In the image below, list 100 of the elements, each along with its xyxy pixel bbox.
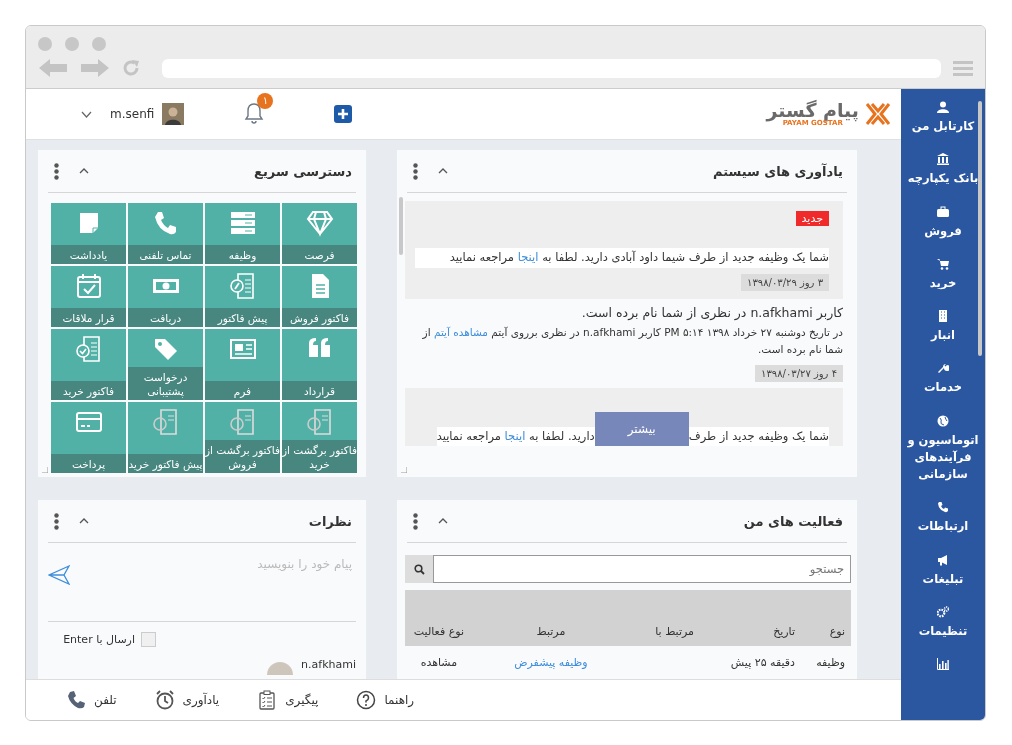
alarm-clock-icon [154, 690, 175, 710]
collapse-chevron-icon[interactable] [438, 168, 448, 174]
scrollbar[interactable] [978, 101, 982, 356]
avatar-photo-placeholder [162, 103, 185, 125]
search-button[interactable] [405, 555, 433, 583]
add-button-icon[interactable] [334, 105, 353, 123]
column-header[interactable]: تاریخ [773, 625, 795, 638]
document-icon [151, 408, 180, 436]
quick-access-tile[interactable]: فاکتور خرید [51, 329, 126, 400]
resize-grip-icon[interactable] [42, 467, 48, 473]
sidebar-item[interactable]: خرید [901, 255, 985, 294]
message-text: شما یک وظیفه جدید از طرف [688, 426, 829, 447]
notification-bell-icon[interactable] [244, 101, 265, 124]
table-cell: دقیقه ۲۵ پیش [730, 656, 795, 669]
bottom-bar-item[interactable]: پیگیری [257, 690, 319, 710]
quick-access-tile[interactable]: پرداخت [51, 402, 126, 473]
date-chip: ۴ روز ۱۳۹۸/۰۳/۲۷ [755, 365, 843, 383]
column-header[interactable]: نوع [829, 625, 845, 638]
phone-icon [66, 690, 86, 710]
user-name[interactable]: m.senfi [110, 107, 155, 121]
quick-access-tile[interactable]: قرار ملاقات [51, 266, 126, 327]
kebab-menu-icon[interactable] [413, 162, 418, 180]
quick-access-tile[interactable]: فاکتور برگشت از خرید [282, 402, 357, 473]
quick-access-tile[interactable]: تماس تلفنی [128, 203, 203, 264]
bottom-bar-item[interactable]: یادآوری [154, 690, 220, 710]
quick-access-tile[interactable]: قرارداد [282, 329, 357, 400]
avatar-photo-placeholder [267, 662, 294, 675]
sidebar-item[interactable]: خدمات [901, 360, 985, 399]
sidebar-item[interactable]: تنظیمات [901, 603, 985, 642]
collapse-chevron-icon[interactable] [79, 168, 89, 174]
quick-access-tile[interactable]: وظیفه [205, 203, 280, 264]
kebab-menu-icon[interactable] [54, 512, 59, 530]
sidebar-item[interactable]: اتوماسیون و فرآیندهای سازمانی [901, 412, 985, 486]
link[interactable]: اینجا [517, 250, 539, 264]
document-check-icon [74, 335, 103, 363]
quick-access-tile[interactable]: دریافت [128, 266, 203, 327]
clipboard-icon [257, 690, 278, 710]
column-header[interactable]: مرتبط [536, 625, 566, 638]
collapse-chevron-icon[interactable] [438, 518, 448, 524]
panel-title: فعالیت های من [743, 513, 843, 529]
message-text: شما یک وظیفه جدید از طرف شیما داود آبادی دارید. لطفا به اینجا مراجعه نمایید [415, 248, 829, 268]
calendar-check-icon [74, 272, 103, 300]
quick-access-tile[interactable]: فرم [205, 329, 280, 400]
panel-title: نظرات [308, 513, 352, 529]
link[interactable]: اینجا [504, 428, 526, 443]
scrollbar[interactable] [399, 197, 403, 255]
quick-access-tile[interactable]: یادداشت [51, 203, 126, 264]
document-icon [305, 408, 334, 436]
column-header[interactable]: نوع فعالیت [413, 625, 464, 638]
quick-access-tile[interactable]: فاکتور فروش [282, 266, 357, 327]
more-button[interactable]: بیشتر [594, 412, 689, 447]
cart-icon [937, 257, 949, 270]
bank-icon [937, 153, 949, 166]
sidebar-item[interactable]: کارتابل من [901, 99, 985, 138]
phone-icon [937, 501, 949, 514]
column-header[interactable]: مرتبط با [655, 625, 694, 638]
diamond-icon [305, 209, 334, 237]
checkbox-label: ارسال با Enter [63, 633, 135, 646]
document-paperclip-icon [228, 272, 257, 300]
quick-access-tile[interactable]: فاکتور برگشت از فروش [205, 402, 280, 473]
message-text: در تاریخ دوشنبه ۲۷ خرداد ۱۳۹۸ ۵:۱۴ PM کاربر n.afkhami در نظری برروی آیتم مشاهده آیتم از شما نام برده است. [421, 324, 843, 358]
quick-access-tile[interactable]: پیش فاکتور خرید [128, 402, 203, 473]
comment-field[interactable]: پیام خود را بنویسید [70, 543, 356, 585]
sidebar-item[interactable]: بانک یکپارچه [901, 151, 985, 190]
resize-grip-icon[interactable] [401, 467, 407, 473]
document-icon [228, 408, 257, 436]
link[interactable]: مشاهده آیتم [433, 325, 488, 338]
bottom-bar-item[interactable]: راهنما [356, 690, 415, 710]
user-icon [937, 101, 949, 113]
search-field[interactable]: جستجو [433, 555, 851, 583]
bottom-bar-item[interactable]: تلفن [66, 690, 117, 710]
bar-chart-icon[interactable] [937, 658, 949, 670]
sidebar-item[interactable]: ارتباطات [901, 499, 985, 538]
table-cell: وظیفه [816, 656, 845, 669]
search-icon [413, 563, 425, 575]
panel-title: دسترسی سریع [254, 163, 352, 179]
kebab-menu-icon[interactable] [54, 162, 59, 180]
new-badge: جدید [795, 211, 829, 226]
collapse-chevron-icon[interactable] [79, 518, 89, 524]
quick-access-tile[interactable]: درخواست پشتیبانی [128, 329, 203, 400]
building-icon [937, 310, 949, 322]
megaphone-icon [937, 553, 949, 566]
sidebar-item[interactable]: فروش [901, 203, 985, 242]
message-text: دارید. لطفا به اینجا مراجعه نمایید [436, 426, 595, 447]
link[interactable]: وظیفه پیشفرض [514, 656, 588, 669]
sidebar-item[interactable]: تبلیغات [901, 551, 985, 590]
checkbox[interactable] [141, 632, 156, 647]
quick-access-tile[interactable]: پیش فاکتور [205, 266, 280, 327]
date-chip: ۳ روز ۱۳۹۸/۰۳/۲۹ [741, 273, 829, 291]
quick-access-tile[interactable]: فرصت [282, 203, 357, 264]
logo-icon [865, 102, 891, 126]
reminder-title: کاربر n.afkhami در نظری از شما نام برده است. [580, 304, 843, 320]
send-icon[interactable] [48, 565, 70, 585]
server-icon [228, 209, 257, 237]
panel-title: یادآوری های سیستم [712, 163, 843, 179]
briefcase-icon [937, 205, 949, 218]
kebab-menu-icon[interactable] [413, 512, 418, 530]
dropdown-chevron-icon[interactable] [81, 110, 92, 118]
sidebar-item[interactable]: انبار [901, 308, 985, 347]
table-cell: مشاهده [420, 656, 458, 669]
